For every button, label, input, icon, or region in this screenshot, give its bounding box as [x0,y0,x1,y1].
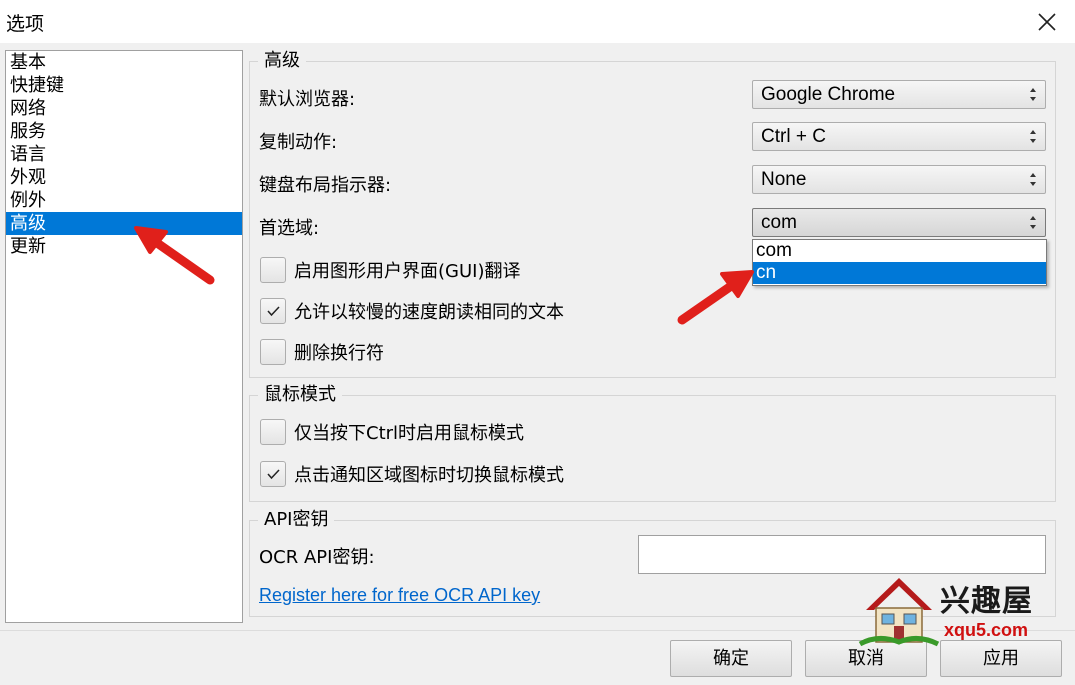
sidebar-item-shortcuts[interactable]: 快捷键 [6,74,242,97]
default-browser-value: Google Chrome [761,84,896,105]
preferred-domain-value: com [761,212,797,233]
tray-toggle-mouse-mode-label: 点击通知区域图标时切换鼠标模式 [294,465,564,486]
gui-translation-checkbox[interactable] [260,257,286,283]
keyboard-layout-indicator-select[interactable]: None [752,165,1046,194]
dropdown-option-cn[interactable]: cn [753,262,1046,284]
sidebar-item-language[interactable]: 语言 [6,143,242,166]
sidebar-item-update[interactable]: 更新 [6,235,242,258]
spin-arrows-icon [1030,216,1036,229]
default-browser-select[interactable]: Google Chrome [752,80,1046,109]
keyboard-layout-indicator-label: 键盘布局指示器: [259,175,392,196]
gui-translation-checkbox-row[interactable]: 启用图形用户界面(GUI)翻译 [260,257,520,283]
sidebar-item-services[interactable]: 服务 [6,120,242,143]
default-browser-label: 默认浏览器: [259,89,356,110]
watermark-url: xqu5.com [944,620,1029,640]
gui-translation-label: 启用图形用户界面(GUI)翻译 [294,261,521,282]
slow-read-checkbox-row[interactable]: 允许以较慢的速度朗读相同的文本 [260,298,564,324]
advanced-group-title: 高级 [258,50,306,72]
ctrl-mouse-mode-label: 仅当按下Ctrl时启用鼠标模式 [294,423,525,444]
sidebar-category-list[interactable]: 基本 快捷键 网络 服务 语言 外观 例外 高级 更新 [5,50,243,623]
remove-line-breaks-checkbox-row[interactable]: 删除换行符 [260,339,384,365]
register-ocr-api-key-link[interactable]: Register here for free OCR API key [259,585,540,606]
watermark-name: 兴趣屋 [940,584,1033,619]
api-key-group-title: API密钥 [258,509,335,531]
spin-arrows-icon [1030,173,1036,186]
ctrl-mouse-mode-checkbox-row[interactable]: 仅当按下Ctrl时启用鼠标模式 [260,419,524,445]
remove-line-breaks-label: 删除换行符 [294,343,384,364]
close-icon [1038,13,1056,31]
preferred-domain-label: 首选域: [259,218,320,239]
slow-read-label: 允许以较慢的速度朗读相同的文本 [294,302,564,323]
mouse-mode-group-title: 鼠标模式 [258,384,342,406]
spin-arrows-icon [1030,130,1036,143]
watermark: 兴趣屋 xqu5.com [858,570,1063,650]
sidebar-item-exceptions[interactable]: 例外 [6,189,242,212]
sidebar-item-advanced[interactable]: 高级 [6,212,242,235]
close-button[interactable] [1029,6,1065,38]
spin-arrows-icon [1030,88,1036,101]
checkmark-icon [267,306,280,317]
window-title: 选项 [6,13,45,35]
sidebar-item-network[interactable]: 网络 [6,97,242,120]
copy-action-label: 复制动作: [259,132,338,153]
ctrl-mouse-mode-checkbox[interactable] [260,419,286,445]
checkmark-icon [267,469,280,480]
slow-read-checkbox[interactable] [260,298,286,324]
house-logo-icon [858,578,940,647]
remove-line-breaks-checkbox[interactable] [260,339,286,365]
ocr-api-key-input[interactable] [638,535,1046,574]
ok-button[interactable]: 确定 [670,640,792,677]
copy-action-value: Ctrl + C [761,126,826,147]
ocr-api-key-label: OCR API密钥: [259,547,375,568]
preferred-domain-select[interactable]: com [752,208,1046,237]
title-bar: 选项 [0,0,1075,43]
tray-toggle-mouse-mode-checkbox[interactable] [260,461,286,487]
preferred-domain-dropdown[interactable]: com cn [752,239,1047,286]
keyboard-layout-indicator-value: None [761,169,807,190]
sidebar-item-basic[interactable]: 基本 [6,51,242,74]
tray-toggle-mouse-mode-checkbox-row[interactable]: 点击通知区域图标时切换鼠标模式 [260,461,564,487]
sidebar-item-appearance[interactable]: 外观 [6,166,242,189]
dropdown-option-com[interactable]: com [753,240,1046,262]
copy-action-select[interactable]: Ctrl + C [752,122,1046,151]
